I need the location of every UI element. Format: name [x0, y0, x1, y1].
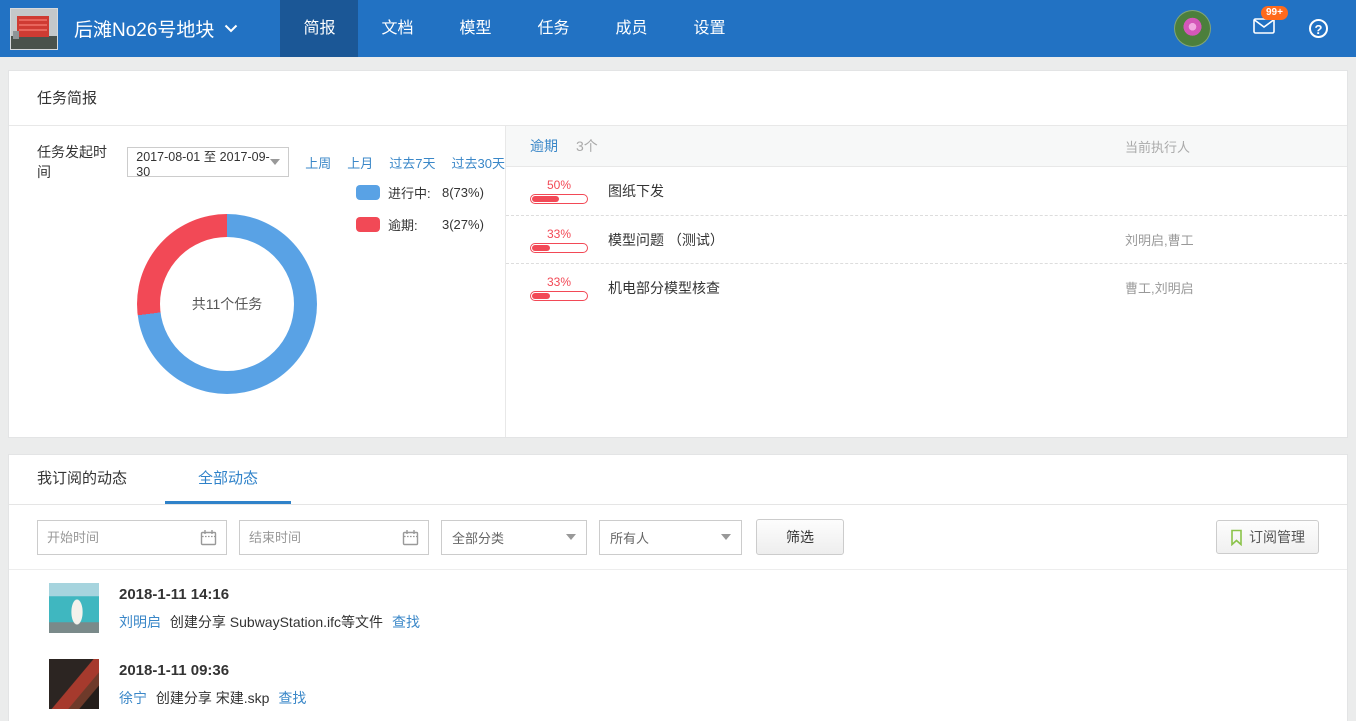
legend-swatch-blue: [356, 185, 380, 200]
task-chart-panel: 任务发起时间 2017-08-01 至 2017-09-30 上周 上月 过去7…: [9, 126, 506, 437]
task-progress: 50%: [530, 178, 588, 204]
date-filter-row: 任务发起时间 2017-08-01 至 2017-09-30 上周 上月 过去7…: [9, 126, 505, 182]
caret-down-icon: [721, 534, 731, 540]
app-header: 后滩No26号地块 简报 文档 模型 任务 成员 设置 99+ ?: [0, 0, 1356, 57]
mail-icon: [1253, 18, 1275, 34]
feed-avatar[interactable]: [49, 659, 99, 709]
messages-button[interactable]: 99+: [1253, 18, 1275, 39]
activity-card: 我订阅的动态 全部动态 全部分类 所有人: [8, 454, 1348, 721]
legend-swatch-red: [356, 217, 380, 232]
feed-content: 2018-1-11 14:16 刘明启 创建分享 SubwayStation.i…: [119, 583, 420, 633]
task-brief-card: 任务简报 任务发起时间 2017-08-01 至 2017-09-30 上周 上…: [8, 70, 1348, 438]
project-switcher[interactable]: 后滩No26号地块: [74, 15, 238, 42]
activity-feed: 2018-1-11 14:16 刘明启 创建分享 SubwayStation.i…: [9, 583, 1347, 709]
feed-timestamp: 2018-1-11 14:16: [119, 586, 420, 603]
message-count-badge: 99+: [1261, 6, 1288, 20]
task-executors: 曹工,刘明启: [1125, 278, 1323, 297]
feed-timestamp: 2018-1-11 09:36: [119, 662, 306, 679]
caret-down-icon: [270, 159, 280, 165]
donut-center-label: 共11个任务: [137, 214, 317, 394]
quick-link-last-week[interactable]: 上周: [305, 153, 331, 172]
nav-tab-tasks[interactable]: 任务: [514, 0, 592, 57]
subscription-manage-button[interactable]: 订阅管理: [1216, 520, 1319, 554]
task-row[interactable]: 50% 图纸下发: [506, 167, 1347, 215]
progress-bar: [530, 243, 588, 253]
quick-link-past-30-days[interactable]: 过去30天: [452, 153, 505, 172]
task-brief-title: 任务简报: [9, 71, 1347, 126]
end-time-field[interactable]: [239, 520, 429, 555]
date-range-value: 2017-08-01 至 2017-09-30: [136, 146, 270, 179]
main-nav: 简报 文档 模型 任务 成员 设置: [280, 0, 748, 57]
quick-link-past-7-days[interactable]: 过去7天: [389, 153, 435, 172]
bookmark-icon: [1230, 529, 1243, 546]
start-time-input[interactable]: [47, 530, 200, 545]
feed-find-link[interactable]: 查找: [392, 614, 420, 630]
legend-item-in-progress: 进行中: 8(73%): [356, 183, 484, 202]
chevron-down-icon: [224, 24, 238, 33]
activity-tabs: 我订阅的动态 全部动态: [9, 455, 1347, 505]
user-avatar[interactable]: [1174, 10, 1211, 47]
overdue-header: 逾期 3个 当前执行人: [506, 126, 1347, 167]
task-progress: 33%: [530, 275, 588, 301]
caret-down-icon: [566, 534, 576, 540]
end-time-input[interactable]: [249, 530, 402, 545]
task-row[interactable]: 33% 机电部分模型核查 曹工,刘明启: [506, 263, 1347, 311]
nav-tab-brief[interactable]: 简报: [280, 0, 358, 57]
feed-text: 刘明启 创建分享 SubwayStation.ifc等文件 查找: [119, 612, 420, 632]
feed-item: 2018-1-11 09:36 徐宁 创建分享 宋建.skp 查找: [49, 659, 1347, 709]
feed-content: 2018-1-11 09:36 徐宁 创建分享 宋建.skp 查找: [119, 659, 306, 709]
executor-column-header: 当前执行人: [1125, 137, 1323, 156]
tab-my-subscribed-activity[interactable]: 我订阅的动态: [37, 455, 127, 504]
feed-action-text: 创建分享 SubwayStation.ifc等文件: [170, 614, 383, 630]
calendar-icon[interactable]: [402, 529, 419, 546]
feed-item: 2018-1-11 14:16 刘明启 创建分享 SubwayStation.i…: [49, 583, 1347, 633]
task-name[interactable]: 模型问题 （测试）: [608, 230, 724, 250]
activity-filter-row: 全部分类 所有人 筛选 订阅管理: [9, 505, 1347, 570]
calendar-icon[interactable]: [200, 529, 217, 546]
feed-action-text: 创建分享 宋建.skp: [156, 690, 270, 706]
overdue-count: 3个: [576, 136, 598, 156]
task-name[interactable]: 机电部分模型核查: [608, 278, 720, 298]
date-range-select[interactable]: 2017-08-01 至 2017-09-30: [127, 147, 289, 177]
project-logo: [10, 8, 58, 50]
category-select[interactable]: 全部分类: [441, 520, 587, 555]
person-select-value: 所有人: [610, 528, 649, 547]
nav-tab-documents[interactable]: 文档: [358, 0, 436, 57]
feed-find-link[interactable]: 查找: [278, 690, 306, 706]
task-brief-body: 任务发起时间 2017-08-01 至 2017-09-30 上周 上月 过去7…: [9, 126, 1347, 437]
feed-avatar[interactable]: [49, 583, 99, 633]
tab-all-activity[interactable]: 全部动态: [165, 455, 291, 504]
feed-text: 徐宁 创建分享 宋建.skp 查找: [119, 688, 306, 708]
person-select[interactable]: 所有人: [599, 520, 742, 555]
overdue-label[interactable]: 逾期: [530, 136, 558, 156]
nav-tab-settings[interactable]: 设置: [671, 0, 749, 57]
overdue-task-panel: 逾期 3个 当前执行人 50% 图纸下发 33% 模型问题 （测试） 刘明启,曹…: [506, 126, 1347, 437]
chart-legend: 进行中: 8(73%) 逾期: 3(27%): [356, 183, 484, 247]
project-name: 后滩No26号地块: [74, 15, 214, 42]
start-time-field[interactable]: [37, 520, 227, 555]
task-row[interactable]: 33% 模型问题 （测试） 刘明启,曹工: [506, 215, 1347, 263]
filter-button[interactable]: 筛选: [756, 519, 844, 555]
header-right: 99+ ?: [1174, 10, 1356, 47]
feed-user-link[interactable]: 刘明启: [119, 614, 161, 630]
progress-bar: [530, 291, 588, 301]
progress-bar: [530, 194, 588, 204]
task-progress: 33%: [530, 227, 588, 253]
feed-user-link[interactable]: 徐宁: [119, 690, 147, 706]
legend-item-overdue: 逾期: 3(27%): [356, 215, 484, 234]
date-filter-label: 任务发起时间: [37, 142, 119, 182]
task-name[interactable]: 图纸下发: [608, 181, 664, 201]
nav-tab-members[interactable]: 成员: [593, 0, 671, 57]
nav-tab-models[interactable]: 模型: [436, 0, 514, 57]
help-icon[interactable]: ?: [1309, 19, 1328, 38]
task-executors: 刘明启,曹工: [1125, 230, 1323, 249]
quick-link-last-month[interactable]: 上月: [347, 153, 373, 172]
category-select-value: 全部分类: [452, 528, 504, 547]
